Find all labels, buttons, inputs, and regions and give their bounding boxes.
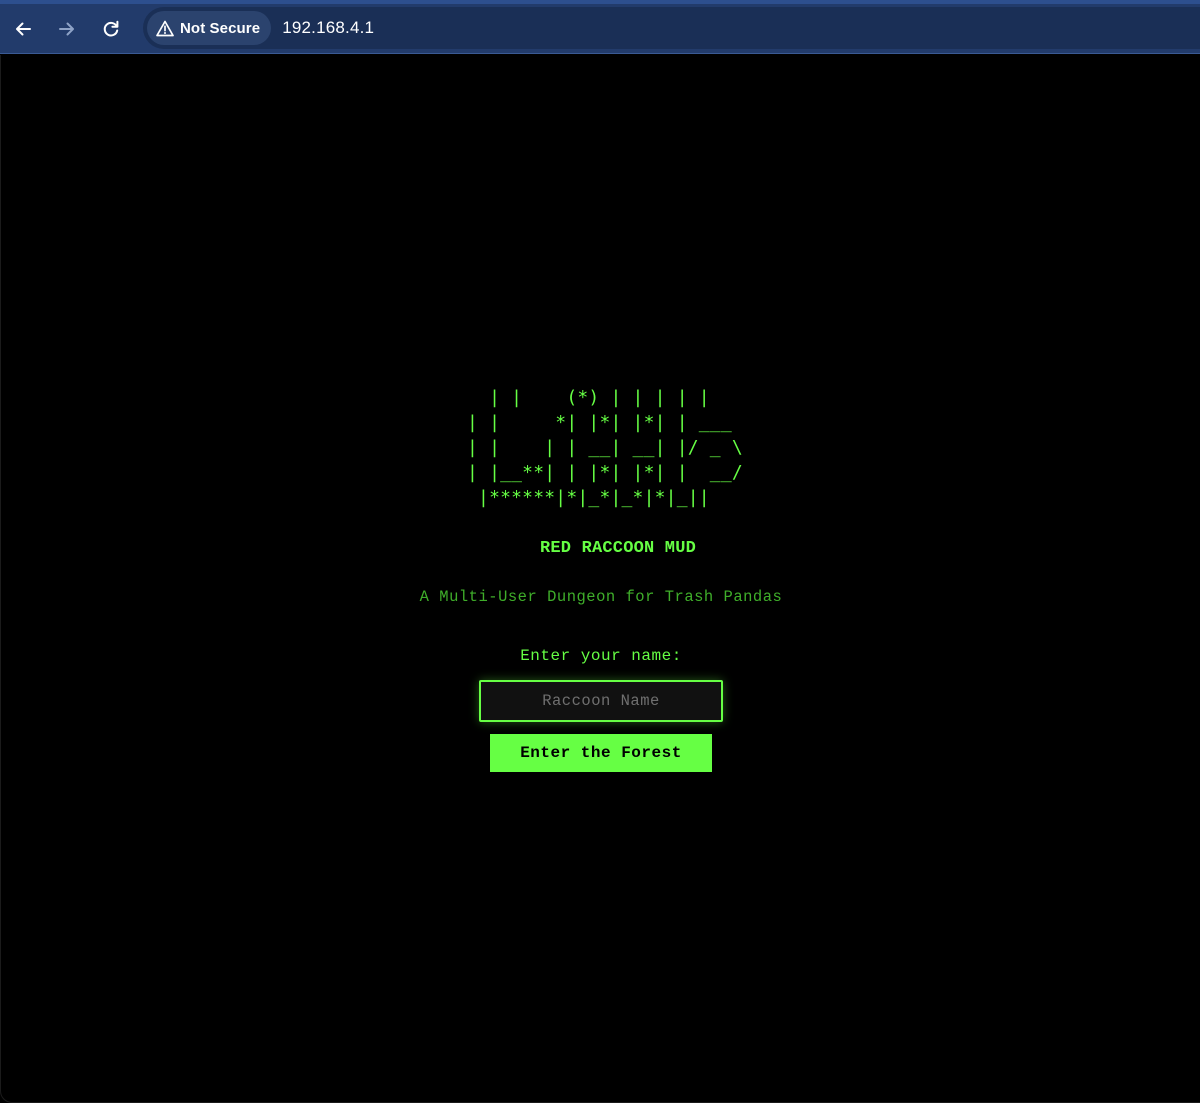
security-label: Not Secure [180,19,261,37]
arrow-left-icon [16,22,31,36]
address-bar[interactable]: Not Secure 192.168.4.1 [143,7,1200,49]
name-prompt-label: Enter your name: [520,647,682,665]
forward-button[interactable] [50,12,84,46]
page-title: RED RACCOON MUD [539,539,697,558]
browser-toolbar: Not Secure 192.168.4.1 [0,0,1200,54]
page-content: | | (*) | | | | | | | *| |*| |*| | ___ |… [0,55,1200,1103]
reload-icon [103,20,119,37]
browser-window: Not Secure 192.168.4.1 | | (*) | | | | |… [0,0,1200,1103]
security-indicator[interactable]: Not Secure [147,11,272,45]
page-subtitle: A Multi-User Dungeon for Trash Pandas [419,588,783,606]
url-text[interactable]: 192.168.4.1 [282,18,374,38]
ascii-logo: | | (*) | | | | | | | *| |*| |*| | ___ |… [467,387,743,508]
name-input[interactable] [479,680,723,722]
reload-button[interactable] [94,12,128,46]
arrow-right-icon [59,22,74,36]
back-button[interactable] [6,12,40,46]
warning-triangle-icon [156,20,174,36]
enter-forest-button[interactable]: Enter the Forest [490,734,712,772]
